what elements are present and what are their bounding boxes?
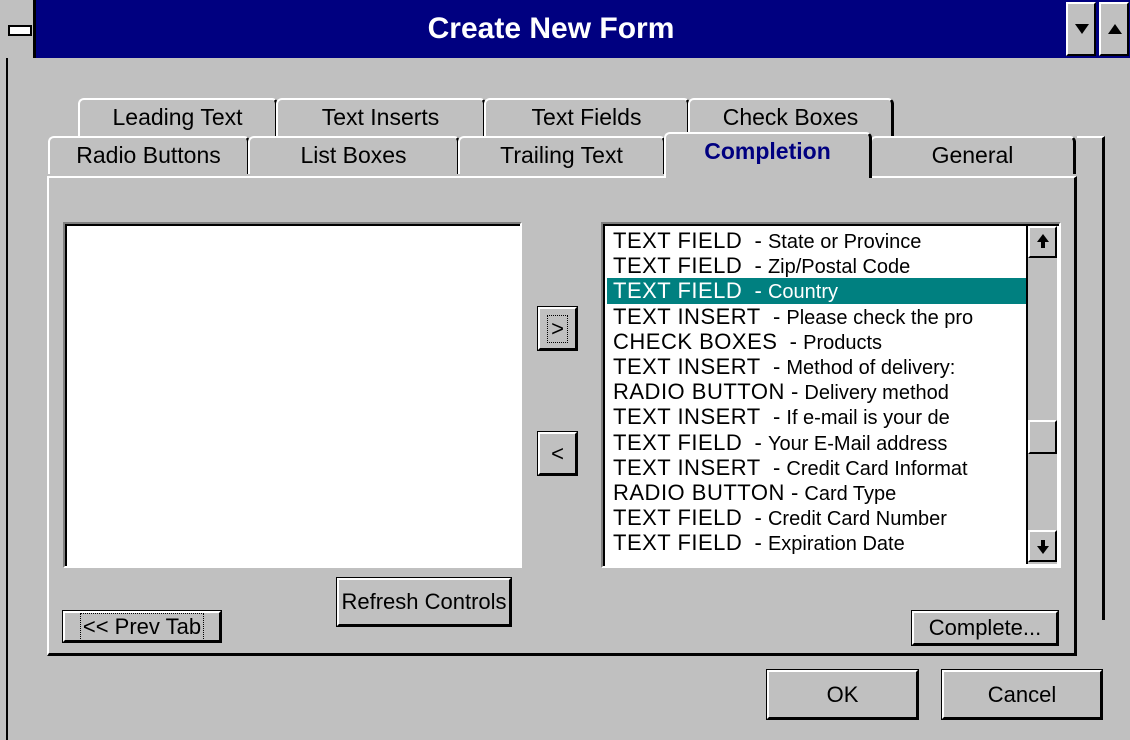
prev-tab-label: << Prev Tab bbox=[79, 612, 205, 641]
control-type: TEXT INSERT bbox=[613, 303, 761, 329]
control-type: TEXT INSERT bbox=[613, 404, 761, 430]
control-type: TEXT FIELD bbox=[613, 429, 743, 455]
separator: - bbox=[777, 328, 804, 354]
separator: - bbox=[742, 429, 768, 455]
order-list-item[interactable]: TEXT FIELD - Zip/Postal Code bbox=[607, 253, 1027, 278]
separator: - bbox=[760, 454, 787, 480]
separator: - bbox=[784, 479, 805, 505]
order-list-item[interactable]: CHECK BOXES - Products bbox=[607, 329, 1027, 354]
order-list-item[interactable]: TEXT INSERT - Credit Card Informat bbox=[607, 455, 1027, 480]
list-scrollbar[interactable] bbox=[1026, 226, 1057, 564]
separator: - bbox=[760, 303, 787, 329]
refresh-controls-button[interactable]: Refresh Controls bbox=[336, 577, 512, 627]
control-type: TEXT FIELD bbox=[613, 253, 743, 279]
control-name: Card Type bbox=[804, 482, 897, 505]
order-list-item[interactable]: TEXT FIELD - Your E-Mail address bbox=[607, 430, 1027, 455]
tab-trailing-text[interactable]: Trailing Text bbox=[458, 136, 666, 174]
control-name: Delivery method bbox=[804, 382, 949, 405]
move-left-label: < bbox=[551, 440, 564, 466]
control-type: CHECK BOXES bbox=[613, 328, 778, 354]
tab-text-inserts[interactable]: Text Inserts bbox=[276, 98, 486, 136]
control-name: Expiration Date bbox=[767, 533, 905, 556]
move-right-label: > bbox=[547, 314, 568, 343]
order-list-item[interactable]: RADIO BUTTON - Delivery method bbox=[607, 379, 1027, 404]
system-menu-icon[interactable] bbox=[0, 0, 36, 58]
move-left-button[interactable]: < bbox=[537, 431, 578, 476]
window-title: Create New Form bbox=[427, 12, 675, 45]
scroll-down-button[interactable] bbox=[1028, 530, 1057, 562]
control-name: Products bbox=[803, 331, 883, 354]
tab-list-boxes[interactable]: List Boxes bbox=[248, 136, 460, 174]
control-name: Method of delivery: bbox=[786, 356, 956, 379]
window-frame bbox=[0, 58, 8, 740]
control-type: TEXT FIELD bbox=[613, 228, 743, 253]
tab-general[interactable]: General bbox=[870, 136, 1076, 174]
ok-button[interactable]: OK bbox=[766, 669, 919, 720]
control-name: State or Province bbox=[767, 231, 922, 253]
control-type: RADIO BUTTON bbox=[613, 379, 785, 405]
control-name: Your E-Mail address bbox=[767, 432, 948, 455]
control-type: TEXT FIELD bbox=[613, 530, 743, 556]
separator: - bbox=[742, 228, 768, 253]
control-type: TEXT FIELD bbox=[613, 278, 743, 304]
control-type: TEXT INSERT bbox=[613, 353, 761, 379]
arrow-down-icon bbox=[1037, 546, 1049, 554]
control-name: Country bbox=[767, 281, 838, 304]
order-items: TEXT FIELD - State or Province TEXT FIELD… bbox=[603, 224, 1027, 555]
separator: - bbox=[742, 530, 768, 556]
complete-button[interactable]: Complete... bbox=[911, 610, 1059, 646]
maximize-button[interactable] bbox=[1099, 2, 1129, 56]
control-name: If e-mail is your de bbox=[786, 407, 950, 430]
order-list-item[interactable]: TEXT FIELD - Expiration Date bbox=[607, 530, 1027, 555]
tab-radio-buttons[interactable]: Radio Buttons bbox=[48, 136, 250, 174]
tab-stack-edge bbox=[1077, 136, 1105, 620]
prev-tab-button[interactable]: << Prev Tab bbox=[62, 610, 222, 643]
separator: - bbox=[760, 353, 787, 379]
separator: - bbox=[742, 278, 768, 304]
order-list-item[interactable]: TEXT FIELD - State or Province bbox=[607, 228, 1027, 253]
maximize-icon bbox=[1108, 24, 1122, 34]
available-controls-list[interactable] bbox=[63, 222, 522, 568]
tab-leading-text[interactable]: Leading Text bbox=[78, 98, 278, 136]
arrow-up-icon bbox=[1037, 234, 1049, 242]
minimize-button[interactable] bbox=[1066, 2, 1096, 56]
control-name: Zip/Postal Code bbox=[767, 256, 911, 279]
control-type: RADIO BUTTON bbox=[613, 479, 785, 505]
tab-completion[interactable]: Completion bbox=[664, 132, 872, 178]
control-name: Credit Card Number bbox=[767, 508, 947, 531]
cancel-button[interactable]: Cancel bbox=[941, 669, 1103, 720]
minimize-icon bbox=[1075, 24, 1089, 34]
order-list-item[interactable]: TEXT FIELD - Credit Card Number bbox=[607, 505, 1027, 530]
completion-order-list[interactable]: TEXT FIELD - State or Province TEXT FIELD… bbox=[601, 222, 1061, 568]
order-list-item[interactable]: TEXT INSERT - Please check the pro bbox=[607, 304, 1027, 329]
control-type: TEXT INSERT bbox=[613, 454, 761, 480]
tab-check-boxes[interactable]: Check Boxes bbox=[688, 98, 894, 136]
move-right-button[interactable]: > bbox=[537, 306, 578, 351]
separator: - bbox=[784, 379, 805, 405]
separator: - bbox=[760, 404, 787, 430]
control-name: Please check the pro bbox=[786, 306, 974, 329]
scroll-up-button[interactable] bbox=[1028, 226, 1057, 258]
order-list-item[interactable]: TEXT INSERT - If e-mail is your de bbox=[607, 404, 1027, 429]
separator: - bbox=[742, 505, 768, 531]
order-list-item[interactable]: RADIO BUTTON - Card Type bbox=[607, 480, 1027, 505]
order-list-item[interactable]: TEXT FIELD - Country bbox=[607, 278, 1027, 304]
control-name: Credit Card Informat bbox=[786, 457, 968, 480]
separator: - bbox=[742, 253, 768, 279]
tab-text-fields[interactable]: Text Fields bbox=[484, 98, 690, 136]
order-list-item[interactable]: TEXT INSERT - Method of delivery: bbox=[607, 354, 1027, 379]
scroll-thumb[interactable] bbox=[1028, 420, 1057, 454]
control-type: TEXT FIELD bbox=[613, 505, 743, 531]
